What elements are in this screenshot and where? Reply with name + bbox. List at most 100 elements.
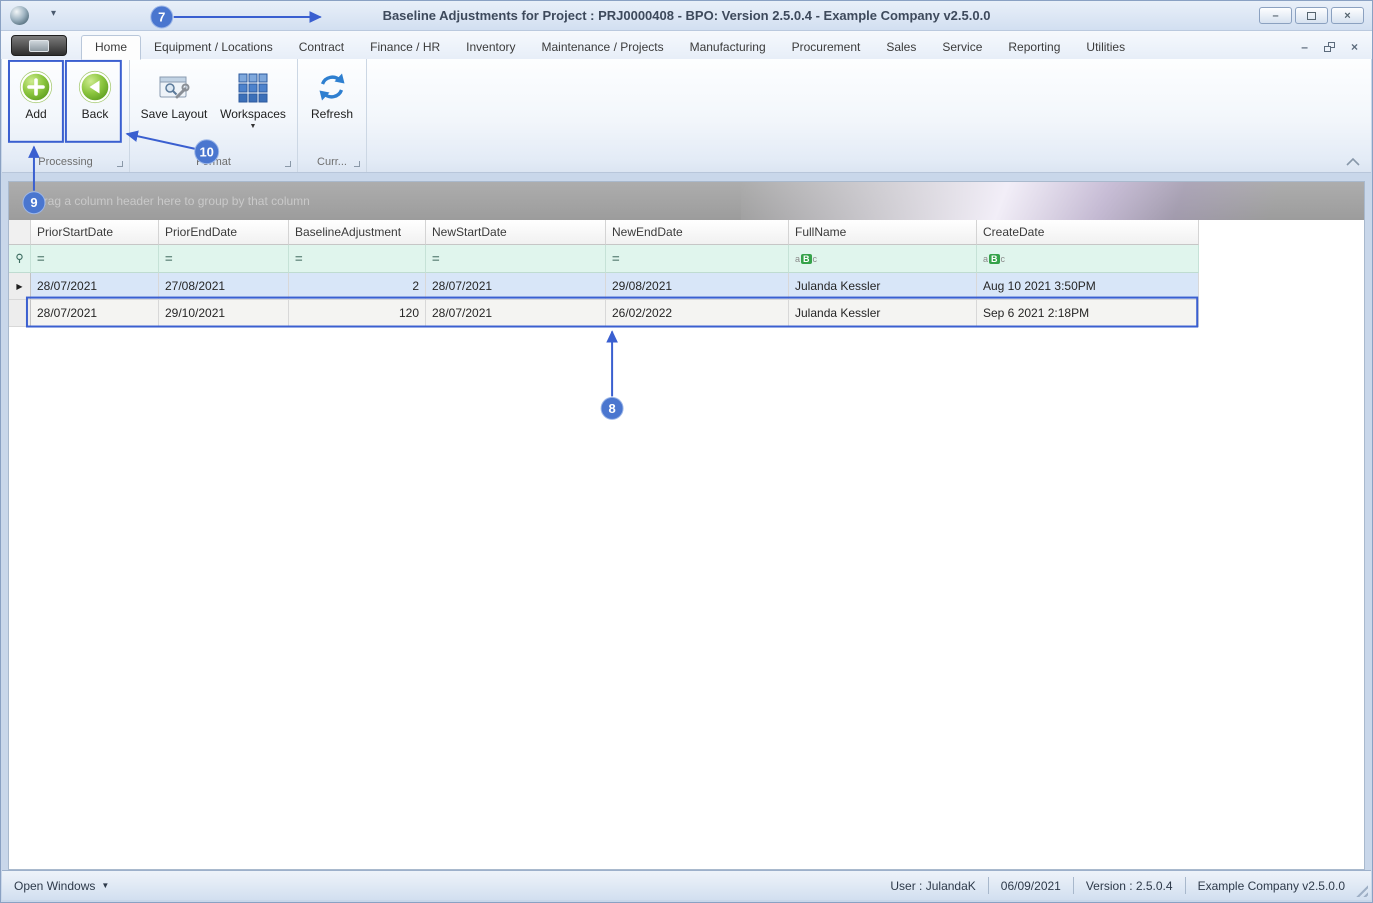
dialog-launcher-icon[interactable]	[285, 161, 291, 167]
status-separator	[987, 877, 989, 894]
open-windows-label: Open Windows	[14, 878, 96, 893]
group-label-format: Format	[133, 154, 294, 172]
group-by-hint: Drag a column header here to group by th…	[35, 194, 310, 208]
ribbon-group-current: Refresh Curr...	[298, 59, 367, 172]
window-title: Baseline Adjustments for Project : PRJ00…	[382, 8, 991, 23]
workspaces-dropdown-icon: ▼	[249, 123, 257, 130]
filter-cell-fullname[interactable]: aBc	[789, 245, 977, 273]
data-grid: Drag a column header here to group by th…	[8, 181, 1365, 870]
tab-equipment-locations[interactable]: Equipment / Locations	[141, 36, 286, 59]
tab-service[interactable]: Service	[929, 36, 995, 59]
ribbon-group-processing: Add Back Processing	[2, 59, 130, 172]
column-header-newstartdate[interactable]: NewStartDate	[426, 220, 606, 245]
refresh-label: Refresh	[310, 107, 354, 121]
minimize-button[interactable]: –	[1259, 7, 1292, 24]
collapse-ribbon-icon[interactable]	[1345, 157, 1361, 166]
mdi-restore-button[interactable]	[1323, 42, 1335, 52]
status-info: User : JulandaK 06/09/2021 Version : 2.5…	[890, 877, 1345, 894]
status-separator	[1072, 877, 1074, 894]
status-company: Example Company v2.5.0.0	[1197, 878, 1345, 893]
status-bar: Open Windows ▼ User : JulandaK 06/09/202…	[2, 870, 1371, 900]
row-indicator: ▶	[9, 273, 31, 300]
save-layout-button[interactable]: Save Layout	[136, 68, 212, 121]
cell-newenddate[interactable]: 29/08/2021	[606, 273, 789, 300]
dialog-launcher-icon[interactable]	[117, 161, 123, 167]
tab-home[interactable]: Home	[81, 35, 142, 60]
close-button[interactable]: ×	[1331, 7, 1364, 24]
table-row[interactable]: ▶ 28/07/2021 27/08/2021 2 28/07/2021 29/…	[9, 273, 1199, 300]
mdi-close-button[interactable]: ×	[1351, 40, 1358, 54]
application-menu-icon	[29, 39, 49, 52]
group-by-panel[interactable]: Drag a column header here to group by th…	[9, 182, 1364, 220]
back-icon	[78, 70, 112, 104]
table-row[interactable]: 28/07/2021 29/10/2021 120 28/07/2021 26/…	[9, 300, 1199, 327]
tab-reporting[interactable]: Reporting	[995, 36, 1073, 59]
column-header-baselineadjustment[interactable]: BaselineAdjustment	[289, 220, 426, 245]
status-date: 06/09/2021	[1000, 878, 1061, 893]
restore-icon	[1323, 46, 1331, 52]
ribbon-tab-bar: Home Equipment / Locations Contract Fina…	[1, 31, 1372, 60]
cell-priorenddate[interactable]: 27/08/2021	[159, 273, 289, 300]
tab-maintenance-projects[interactable]: Maintenance / Projects	[529, 36, 677, 59]
maximize-icon	[1307, 11, 1316, 20]
save-layout-label: Save Layout	[140, 107, 208, 121]
grid-table: PriorStartDate PriorEndDate BaselineAdju…	[9, 220, 1199, 327]
filter-pin-icon	[16, 253, 23, 263]
application-menu-button[interactable]	[11, 35, 67, 56]
filter-cell-newstartdate[interactable]: =	[426, 245, 606, 273]
ribbon: Add Back Processing Save Layout Workspac…	[2, 59, 1371, 173]
column-header-priorenddate[interactable]: PriorEndDate	[159, 220, 289, 245]
cell-priorstartdate[interactable]: 28/07/2021	[31, 300, 159, 327]
filter-cell-baselineadjustment[interactable]: =	[289, 245, 426, 273]
filter-row-indicator	[9, 245, 31, 273]
tab-inventory[interactable]: Inventory	[453, 36, 528, 59]
workspaces-button[interactable]: Workspaces ▼	[215, 68, 291, 130]
mdi-window-controls: – ×	[1301, 40, 1358, 54]
cell-createdate[interactable]: Aug 10 2021 3:50PM	[977, 273, 1199, 300]
tab-contract[interactable]: Contract	[286, 36, 357, 59]
cell-baselineadjustment[interactable]: 120	[289, 300, 426, 327]
mdi-minimize-button[interactable]: –	[1301, 40, 1308, 54]
status-version: Version : 2.5.0.4	[1085, 878, 1173, 893]
cell-priorstartdate[interactable]: 28/07/2021	[31, 273, 159, 300]
cell-fullname[interactable]: Julanda Kessler	[789, 273, 977, 300]
save-layout-icon	[159, 76, 190, 99]
filter-cell-createdate[interactable]: aBc	[977, 245, 1199, 273]
cell-baselineadjustment[interactable]: 2	[289, 273, 426, 300]
tab-finance-hr[interactable]: Finance / HR	[357, 36, 453, 59]
cell-fullname[interactable]: Julanda Kessler	[789, 300, 977, 327]
tab-utilities[interactable]: Utilities	[1073, 36, 1138, 59]
add-icon	[19, 70, 53, 104]
refresh-icon	[319, 73, 345, 101]
column-header-fullname[interactable]: FullName	[789, 220, 977, 245]
grid-header-row: PriorStartDate PriorEndDate BaselineAdju…	[9, 220, 1199, 245]
filter-cell-priorenddate[interactable]: =	[159, 245, 289, 273]
cell-newenddate[interactable]: 26/02/2022	[606, 300, 789, 327]
column-header-newenddate[interactable]: NewEndDate	[606, 220, 789, 245]
column-header-priorstartdate[interactable]: PriorStartDate	[31, 220, 159, 245]
tab-procurement[interactable]: Procurement	[779, 36, 874, 59]
cell-newstartdate[interactable]: 28/07/2021	[426, 300, 606, 327]
cell-newstartdate[interactable]: 28/07/2021	[426, 273, 606, 300]
add-button-label: Add	[25, 107, 47, 121]
header-indicator-cell	[9, 220, 31, 245]
status-separator	[1184, 877, 1186, 894]
ribbon-group-format: Save Layout Workspaces ▼ Format	[130, 59, 298, 172]
back-button[interactable]: Back	[67, 68, 123, 121]
status-user: User : JulandaK	[890, 878, 976, 893]
filter-cell-newenddate[interactable]: =	[606, 245, 789, 273]
cell-priorenddate[interactable]: 29/10/2021	[159, 300, 289, 327]
tab-manufacturing[interactable]: Manufacturing	[677, 36, 779, 59]
filter-cell-priorstartdate[interactable]: =	[31, 245, 159, 273]
tab-sales[interactable]: Sales	[873, 36, 929, 59]
open-windows-caret-icon: ▼	[101, 881, 110, 890]
column-header-createdate[interactable]: CreateDate	[977, 220, 1199, 245]
resize-grip[interactable]	[1353, 882, 1368, 897]
maximize-button[interactable]	[1295, 7, 1328, 24]
open-windows-button[interactable]: Open Windows ▼	[14, 879, 109, 893]
refresh-button[interactable]: Refresh	[304, 68, 360, 121]
group-label-processing: Processing	[5, 154, 126, 172]
add-button[interactable]: Add	[8, 68, 64, 121]
dialog-launcher-icon[interactable]	[354, 161, 360, 167]
cell-createdate[interactable]: Sep 6 2021 2:18PM	[977, 300, 1199, 327]
